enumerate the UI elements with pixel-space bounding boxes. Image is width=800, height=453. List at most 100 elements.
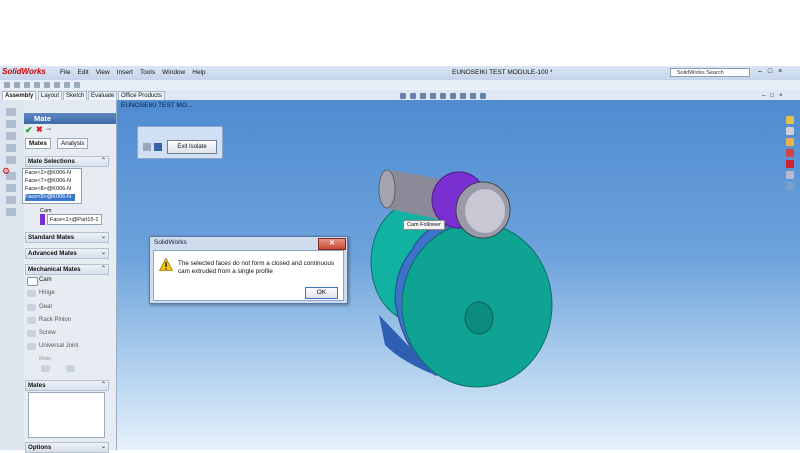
ok-check-icon[interactable]: ✔ xyxy=(25,125,33,136)
isolate-options-icon[interactable] xyxy=(143,143,151,151)
list-item[interactable]: Face<9>@K006-N xyxy=(25,194,75,201)
gear-icon[interactable] xyxy=(27,304,36,311)
tool-icon[interactable] xyxy=(6,144,16,152)
pm-toolbar xyxy=(24,100,116,112)
document-title: EUNOSEIKI TEST MODULE-100 * xyxy=(452,69,553,76)
menu-window[interactable]: Window xyxy=(162,69,185,76)
view-palette-icon[interactable] xyxy=(786,160,794,168)
search-input[interactable]: SolidWorks Search xyxy=(670,68,750,77)
heads-up-view-toolbar xyxy=(400,93,486,99)
new-icon[interactable] xyxy=(4,82,10,88)
list-item[interactable]: Face<2>@K006-N xyxy=(25,170,75,177)
menu-tools[interactable]: Tools xyxy=(140,69,155,76)
tool-icon[interactable] xyxy=(6,184,16,192)
mate-option-hinge[interactable]: Hinge xyxy=(39,290,55,296)
mate-option-gear[interactable]: Gear xyxy=(39,304,52,310)
hide-show-icon[interactable] xyxy=(460,93,466,99)
mechanical-mates-header[interactable]: Mechanical Mates ⌃ xyxy=(25,264,109,275)
menu-file[interactable]: File xyxy=(60,69,70,76)
chevron-down-icon: ⌄ xyxy=(100,250,106,256)
mate-option-rack-pinion[interactable]: Rack Pinion xyxy=(39,317,71,323)
list-item[interactable]: Face<8>@K006-N xyxy=(25,186,75,193)
select-icon[interactable] xyxy=(54,82,60,88)
display-style-icon[interactable] xyxy=(450,93,456,99)
appearances-icon[interactable] xyxy=(786,171,794,179)
doc-minimize-button[interactable]: – xyxy=(762,93,765,99)
mate-option-cam[interactable]: Cam xyxy=(39,277,52,283)
tool-icon[interactable] xyxy=(6,196,16,204)
tool-icon[interactable] xyxy=(6,132,16,140)
cam-face-field[interactable]: Face<1>@Part15-1 xyxy=(47,214,102,225)
file-explorer-icon[interactable] xyxy=(786,138,794,146)
rebuild-icon[interactable] xyxy=(64,82,70,88)
chevron-up-icon: ⌃ xyxy=(100,382,106,388)
mate-faces-list[interactable]: Face<2>@K006-N Face<7>@K006-N Face<8>@K0… xyxy=(22,168,82,204)
title-bar: SolidWorks File Edit View Insert Tools W… xyxy=(0,66,800,81)
options-icon[interactable] xyxy=(74,82,80,88)
design-library-icon[interactable] xyxy=(786,127,794,135)
exit-isolate-button[interactable]: Exit Isolate xyxy=(167,140,217,154)
mates-section-header[interactable]: Mates ⌃ xyxy=(25,380,109,391)
minimize-button[interactable]: – xyxy=(758,68,762,75)
left-icon-strip xyxy=(0,100,25,450)
tab-mates[interactable]: Mates xyxy=(25,138,51,149)
standard-mates-header[interactable]: Standard Mates ⌄ xyxy=(25,232,109,243)
resources-icon[interactable] xyxy=(786,116,794,124)
doc-maximize-button[interactable]: □ xyxy=(770,93,774,99)
advanced-mates-header[interactable]: Advanced Mates ⌄ xyxy=(25,248,109,259)
hinge-icon[interactable] xyxy=(27,290,36,297)
tool-icon[interactable] xyxy=(6,208,16,216)
tool-icon[interactable] xyxy=(6,120,16,128)
appearance-icon[interactable] xyxy=(470,93,476,99)
dialog-title: SolidWorks xyxy=(154,239,187,246)
options-section-header[interactable]: Options ⌄ xyxy=(25,442,109,453)
alignment-flip-icon[interactable] xyxy=(66,365,75,372)
menu-view[interactable]: View xyxy=(96,69,110,76)
save-icon[interactable] xyxy=(154,143,162,151)
mechanical-mates-list: Cam Hinge Gear Rack Pinion Screw Univers… xyxy=(25,276,107,376)
previous-view-icon[interactable] xyxy=(420,93,426,99)
chevron-down-icon: ⌄ xyxy=(100,444,106,450)
screw-icon[interactable] xyxy=(27,330,36,337)
alignment-icon[interactable] xyxy=(41,365,50,372)
mates-list-box[interactable] xyxy=(28,392,105,438)
doc-close-button[interactable]: × xyxy=(779,93,783,99)
zoom-fit-icon[interactable] xyxy=(400,93,406,99)
isolate-toolbar: Exit Isolate xyxy=(137,126,223,159)
cam-mate-icon[interactable] xyxy=(27,277,38,286)
menu-help[interactable]: Help xyxy=(192,69,205,76)
cam-color-swatch xyxy=(40,214,45,225)
zoom-area-icon[interactable] xyxy=(410,93,416,99)
menu-edit[interactable]: Edit xyxy=(77,69,88,76)
dialog-message: The selected faces do not form a closed … xyxy=(178,260,335,275)
app-logo[interactable]: SolidWorks xyxy=(2,67,46,76)
scene-icon[interactable] xyxy=(480,93,486,99)
maximize-button[interactable]: □ xyxy=(768,68,772,75)
rack-pinion-icon[interactable] xyxy=(27,317,36,324)
cancel-x-icon[interactable]: ✖ xyxy=(36,125,43,134)
save-icon[interactable] xyxy=(24,82,30,88)
menu-insert[interactable]: Insert xyxy=(117,69,133,76)
mate-option-screw[interactable]: Screw xyxy=(39,330,56,336)
mate-selections-header[interactable]: Mate Selections ⌃ xyxy=(25,156,109,167)
feature-tree-root[interactable]: EUNOSEIKI TEST MO... xyxy=(121,102,192,109)
tab-analysis[interactable]: Analysis xyxy=(57,138,89,149)
ok-button[interactable]: OK xyxy=(305,287,338,299)
universal-joint-icon[interactable] xyxy=(27,343,36,350)
undo-icon[interactable] xyxy=(44,82,50,88)
tool-icon[interactable] xyxy=(6,156,16,164)
pin-icon[interactable]: ⊸ xyxy=(46,126,51,133)
mate-option-universal-joint[interactable]: Universal Joint xyxy=(39,343,78,349)
mate-selection-icon: ⚙ xyxy=(2,166,11,176)
view-orientation-icon[interactable] xyxy=(440,93,446,99)
window-controls: – □ × xyxy=(758,68,782,75)
print-icon[interactable] xyxy=(34,82,40,88)
search-icon[interactable] xyxy=(786,149,794,157)
section-view-icon[interactable] xyxy=(430,93,436,99)
tool-icon[interactable] xyxy=(6,108,16,116)
custom-properties-icon[interactable] xyxy=(786,182,794,190)
dialog-close-button[interactable]: ✕ xyxy=(318,238,346,250)
list-item[interactable]: Face<7>@K006-N xyxy=(25,178,75,185)
open-icon[interactable] xyxy=(14,82,20,88)
close-window-button[interactable]: × xyxy=(778,68,782,75)
